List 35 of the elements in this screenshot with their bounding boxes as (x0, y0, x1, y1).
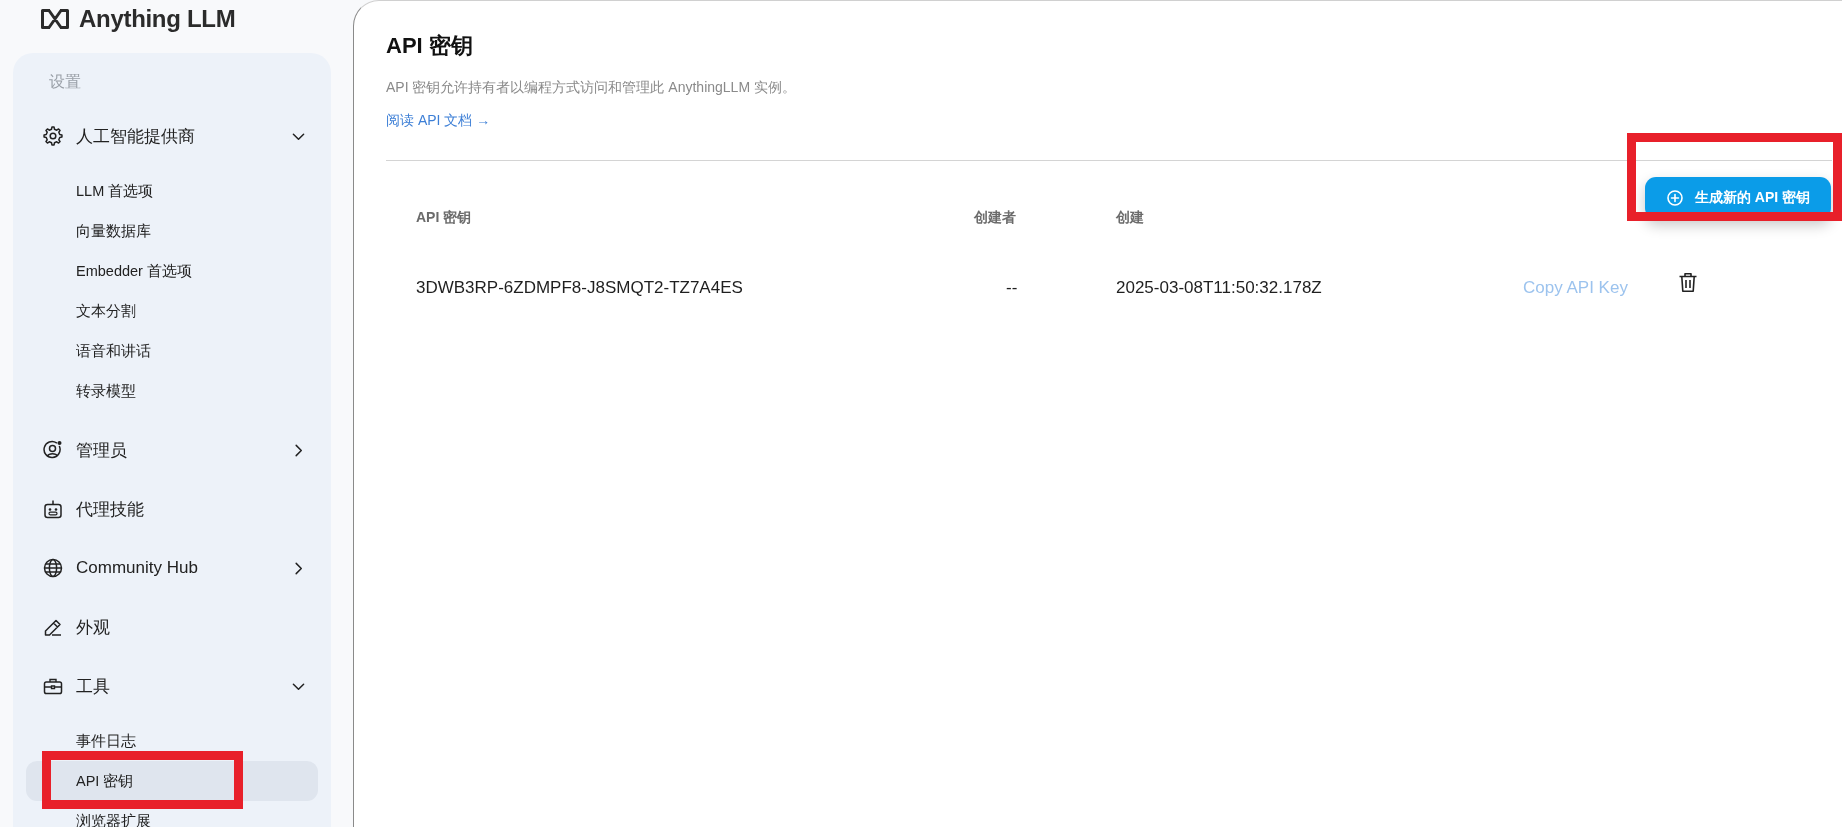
brand-name: Anything LLM (79, 4, 236, 33)
delete-button[interactable] (1678, 271, 1698, 293)
column-header: 创建者 (974, 209, 1017, 227)
column-header: 创建 (1116, 209, 1145, 227)
nav-item[interactable]: 代理技能 (26, 489, 318, 529)
docs-link[interactable]: 阅读 API 文档 → (386, 112, 491, 128)
nav-subitem[interactable]: Embedder 首选项 (26, 251, 318, 291)
robot-icon (43, 499, 63, 519)
nav-item[interactable]: 外观 (26, 607, 318, 647)
nav-subitem[interactable]: 向量数据库 (26, 211, 318, 251)
briefcase-icon (43, 676, 63, 696)
nav-item[interactable]: 工具 (26, 666, 318, 706)
nav-item[interactable]: 人工智能提供商 (26, 116, 318, 156)
column-header: API 密钥 (416, 209, 473, 227)
logo-icon (40, 7, 70, 30)
page-description: API 密钥允许持有者以编程方式访问和管理此 AnythingLLM 实例。 (386, 78, 797, 97)
nav-subitem[interactable]: 语音和讲话 (26, 331, 318, 371)
table-cell-text: 3DWB3RP-6ZDMPF8-J8SMQT2-TZ7A4ES (416, 278, 744, 298)
globe-icon (43, 558, 63, 578)
table-cell-text: -- (1005, 278, 1019, 298)
nav-subitem[interactable]: 事件日志 (26, 721, 318, 761)
page-title: API 密钥 (386, 32, 474, 60)
sidebar-heading: 设置 (48, 72, 82, 92)
trash-icon (1678, 271, 1698, 293)
pencil-icon (43, 617, 63, 637)
nav-item[interactable]: 管理员 (26, 430, 318, 470)
nav-item[interactable]: Community Hub (26, 548, 318, 588)
nav-subitem[interactable]: API 密钥 (26, 761, 318, 801)
nav-subitem[interactable]: 文本分割 (26, 291, 318, 331)
settings-icon (43, 126, 63, 146)
nav-subitem[interactable]: 转录模型 (26, 371, 318, 411)
nav-subitem[interactable]: LLM 首选项 (26, 171, 318, 211)
user-gear-icon (43, 440, 63, 460)
plus-circle-icon (1666, 190, 1683, 206)
table-cell-text: 2025-03-08T11:50:32.178Z (1116, 278, 1323, 298)
